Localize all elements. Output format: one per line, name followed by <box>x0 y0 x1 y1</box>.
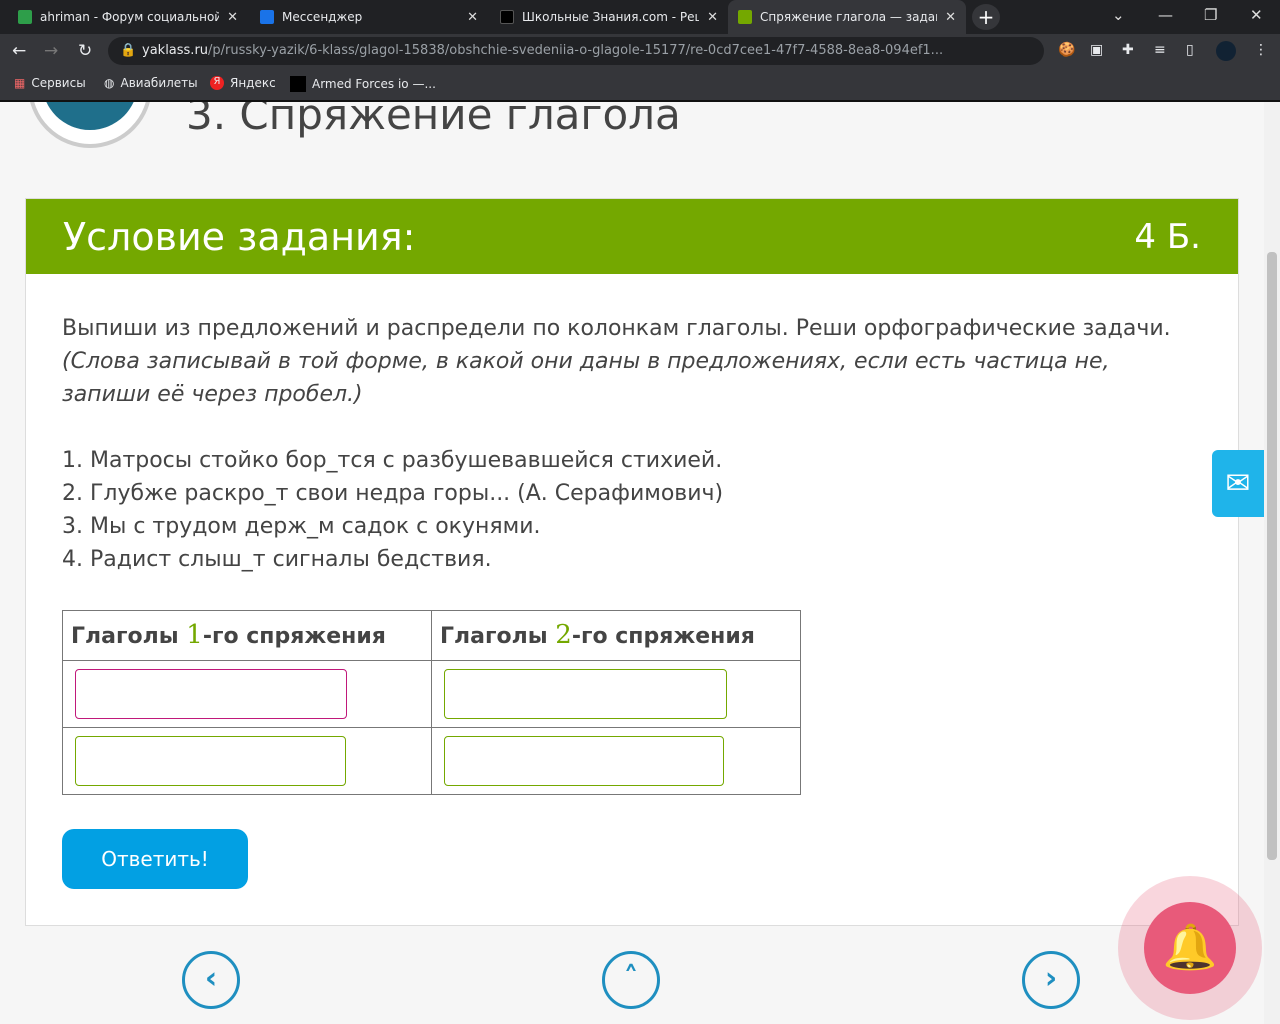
header-number: 1 <box>186 619 203 650</box>
reload-icon[interactable]: ↻ <box>78 41 92 61</box>
scrollbar[interactable] <box>1264 102 1280 1024</box>
answer-input-2-1[interactable] <box>444 669 727 719</box>
next-button[interactable]: › <box>1022 951 1080 1009</box>
bookmark-flights[interactable]: ◍ Авиабилеты <box>104 76 198 90</box>
tab-messenger[interactable]: Мессенджер ✕ <box>250 0 488 34</box>
header-text: Глаголы <box>440 623 556 649</box>
bell-icon: 🔔 <box>1144 902 1236 994</box>
tab-forum[interactable]: ahriman - Форум социальной и ✕ <box>8 0 248 34</box>
header-number: 2 <box>555 619 572 650</box>
restore-icon[interactable]: ❐ <box>1204 6 1217 24</box>
tab-yaklass[interactable]: Спряжение глагола — задание ✕ <box>728 0 966 34</box>
bookmarks-bar: ▦ Сервисы ◍ Авиабилеты Я Яндекс Armed Force… <box>0 68 1280 102</box>
answer-table: Глаголы 1-го спряжения Глаголы 2-го спря… <box>62 610 801 795</box>
notifications-button[interactable]: 🔔 <box>1118 876 1262 1020</box>
close-icon[interactable]: ✕ <box>227 10 238 25</box>
header-text: -го спряжения <box>571 623 755 649</box>
url-domain: yaklass.ru <box>142 43 209 58</box>
submit-button[interactable]: Ответить! <box>62 829 248 889</box>
header-text: -го спряжения <box>202 623 386 649</box>
puzzle-icon[interactable]: ✚ <box>1122 42 1134 58</box>
column-header-1: Глаголы 1-го спряжения <box>62 610 432 661</box>
avatar[interactable] <box>1216 41 1236 61</box>
answer-input-1-1[interactable] <box>75 669 347 719</box>
bookmark-armed-forces[interactable]: Armed Forces io —... <box>290 76 436 92</box>
prev-button[interactable]: ‹ <box>182 951 240 1009</box>
header-text: Глаголы <box>71 623 187 649</box>
bookmark-yandex[interactable]: Я Яндекс <box>210 76 276 90</box>
points-badge: 4 Б. <box>1134 216 1201 257</box>
site-icon <box>18 10 32 24</box>
media-icon[interactable]: ≡ <box>1154 42 1166 58</box>
forward-icon[interactable]: → <box>44 41 58 61</box>
minimize-icon[interactable]: — <box>1158 6 1173 24</box>
messenger-icon <box>260 10 274 24</box>
bookmark-label: Armed Forces io —... <box>312 77 436 91</box>
sentence: 4. Радист слыш_т сигналы бедствия. <box>62 547 492 572</box>
column-header-2: Глаголы 2-го спряжения <box>431 610 801 661</box>
bookmark-label: Авиабилеты <box>120 76 198 90</box>
tab-label: ahriman - Форум социальной и <box>40 10 220 24</box>
sentence: 2. Глубже раскро_т свои недра горы... (А… <box>62 481 724 506</box>
up-button[interactable]: ˄ <box>602 951 660 1009</box>
bookmark-label: Сервисы <box>31 76 86 90</box>
close-icon[interactable]: ✕ <box>707 10 718 25</box>
task-header: Условие задания: 4 Б. <box>26 199 1238 274</box>
bookmark-label: Яндекс <box>230 76 276 90</box>
menu-icon[interactable]: ⋮ <box>1254 42 1268 58</box>
yandex-icon: Я <box>210 76 224 90</box>
sentence: 1. Матросы стойко бор_тся с разбушевавше… <box>62 448 723 473</box>
cookie-icon[interactable]: 🍪 <box>1058 42 1075 58</box>
site-icon <box>500 10 514 24</box>
book-icon <box>738 10 752 24</box>
apps-icon: ▦ <box>14 76 26 90</box>
tab-bar: ahriman - Форум социальной и ✕ Мессенджер… <box>0 0 1280 34</box>
task-instruction: Выпиши из предложений и распредели по ко… <box>62 316 1171 341</box>
back-icon[interactable]: ← <box>12 41 26 61</box>
bookmark-services[interactable]: ▦ Сервисы <box>14 76 86 90</box>
sidepanel-icon[interactable]: ▯ <box>1186 42 1194 58</box>
tab-search-icon[interactable]: ⌄ <box>1112 6 1125 24</box>
tab-znania[interactable]: Школьные Знания.com - Решае ✕ <box>490 0 728 34</box>
task-header-title: Условие задания: <box>63 214 416 259</box>
address-bar[interactable]: 🔒 yaklass.ru/p/russky-yazik/6-klass/glago… <box>108 37 1044 65</box>
task-card: Условие задания: 4 Б. Выпиши из предложе… <box>25 198 1239 926</box>
task-note: (Слова записывай в той форме, в какой он… <box>62 349 1110 407</box>
lock-icon: 🔒 <box>120 43 137 58</box>
globe-icon: ◍ <box>104 76 115 90</box>
answer-input-1-2[interactable] <box>75 736 346 786</box>
tab-label: Школьные Знания.com - Решае <box>522 10 699 24</box>
browser-toolbar: ← → ↻ 🔒 yaklass.ru/p/russky-yazik/6-klass… <box>0 34 1280 68</box>
extension-icon[interactable]: ▣ <box>1090 42 1103 58</box>
tab-label: Спряжение глагола — задание <box>760 10 937 24</box>
new-tab-button[interactable]: + <box>972 4 1000 30</box>
close-icon[interactable]: ✕ <box>467 10 478 25</box>
tab-label: Мессенджер <box>282 10 363 24</box>
close-window-icon[interactable]: ✕ <box>1250 6 1263 24</box>
url-path: /p/russky-yazik/6-klass/glagol-15838/obs… <box>208 43 944 58</box>
game-icon <box>290 76 306 92</box>
answer-input-2-2[interactable] <box>444 736 724 786</box>
sentence: 3. Мы с трудом держ_м садок с окунями. <box>62 514 541 539</box>
topic-logo <box>28 102 152 148</box>
close-icon[interactable]: ✕ <box>945 10 956 25</box>
mail-icon[interactable]: ✉ <box>1212 450 1264 517</box>
scrollbar-thumb[interactable] <box>1267 252 1277 860</box>
